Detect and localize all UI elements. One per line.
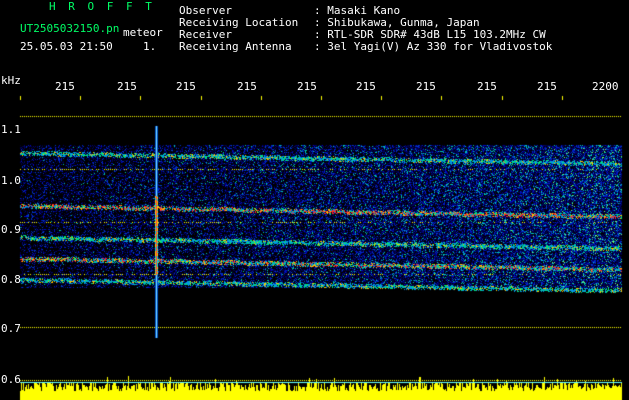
antenna-label: Receiving Antenna [179,40,292,53]
x-tick-10: 2200 [592,80,619,93]
x-tick-1: 215 [55,80,75,93]
x-tick-3: 215 [176,80,196,93]
mode-label: meteor [123,26,163,39]
y-tick-0-8: 0.8 [1,273,21,286]
x-tick-8: 215 [477,80,497,93]
x-tick-2: 215 [117,80,137,93]
y-unit-label: kHz [1,74,21,87]
y-tick-1-0: 1.0 [1,174,21,187]
x-tick-4: 215 [237,80,257,93]
app-title: H R O F F T [49,0,155,13]
x-tick-9: 215 [537,80,557,93]
filename: UT2505032150.pn [20,22,120,35]
y-tick-0-7: 0.7 [1,322,21,335]
antenna-value: : 3el Yagi(V) Az 330 for Vladivostok [314,40,553,53]
y-tick-0-9: 0.9 [1,223,21,236]
x-tick-5: 215 [297,80,317,93]
index-label: 1. [143,40,157,53]
y-tick-0-6: 0.6 [1,373,21,386]
y-tick-1-1: 1.1 [1,123,21,136]
spectrogram-waterfall [0,0,629,400]
x-tick-7: 215 [416,80,436,93]
x-tick-6: 215 [356,80,376,93]
datetime: 25.05.03 21:50 [20,40,113,53]
